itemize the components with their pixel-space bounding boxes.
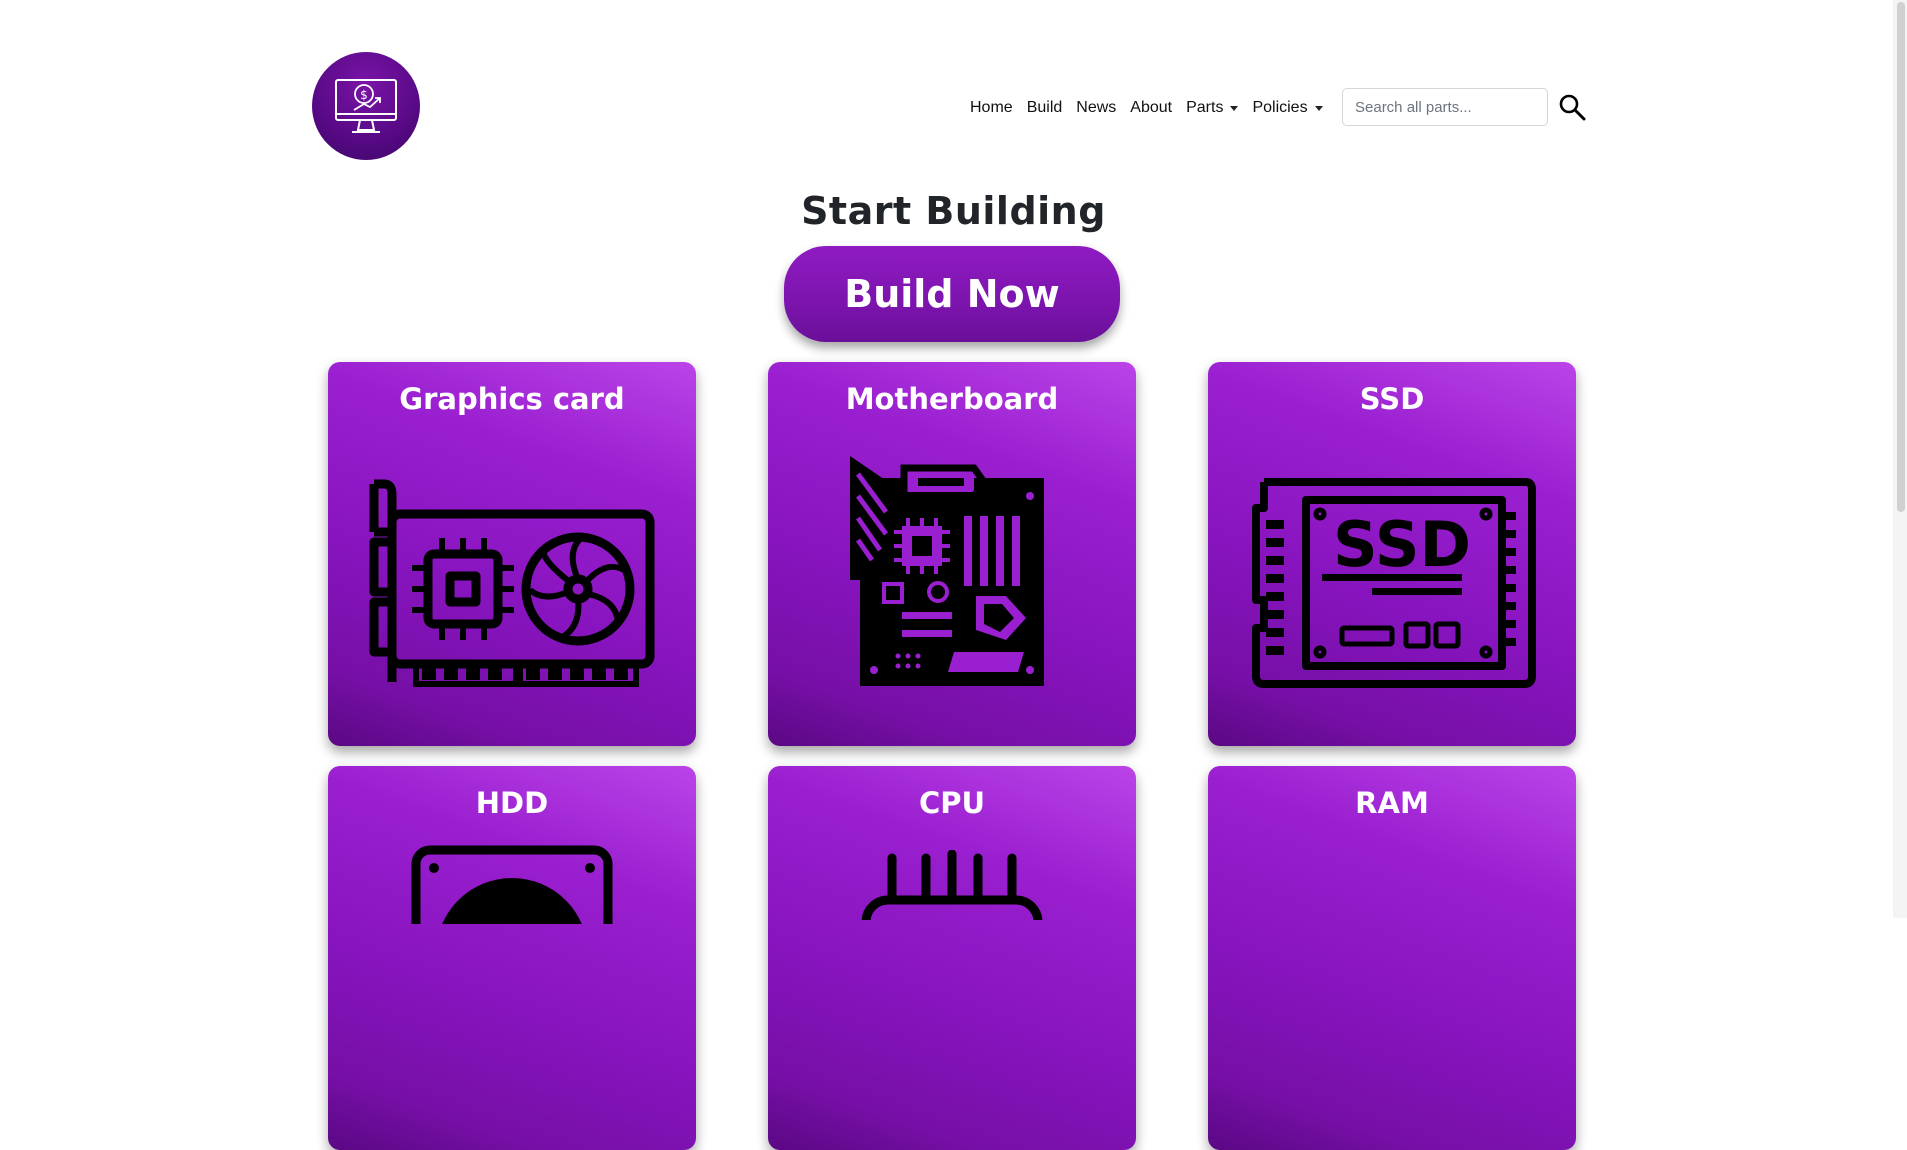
card-title: CPU	[918, 786, 986, 820]
nav-build[interactable]: Build	[1027, 99, 1063, 117]
nav-policies-label: Policies	[1252, 99, 1308, 116]
card-title: SSD	[1359, 382, 1425, 416]
nav-parts-label: Parts	[1186, 99, 1224, 116]
monitor-dollar-icon: $	[335, 79, 397, 133]
scrollbar-thumb[interactable]	[1897, 2, 1905, 512]
ssd-icon-text: SSD	[1333, 508, 1471, 581]
build-now-button[interactable]: Build Now	[784, 246, 1120, 342]
card-title: Motherboard	[845, 382, 1059, 416]
caret-down-icon	[1314, 105, 1323, 111]
card-graphics-card[interactable]: Graphics card	[328, 362, 696, 746]
page-scrollbar[interactable]	[1893, 0, 1907, 918]
card-cpu[interactable]: CPU	[768, 766, 1136, 1150]
cpu-icon	[861, 850, 1043, 920]
page-title: Start Building	[801, 189, 1106, 233]
hdd-icon	[411, 845, 613, 924]
nav-parts-dropdown[interactable]: Parts	[1186, 99, 1239, 117]
card-title: Graphics card	[399, 382, 625, 416]
card-ssd[interactable]: SSD SSD	[1208, 362, 1576, 746]
nav-news[interactable]: News	[1076, 99, 1116, 117]
search-icon	[1559, 94, 1586, 121]
nav-about[interactable]: About	[1130, 99, 1172, 117]
card-title: RAM	[1355, 786, 1429, 820]
graphics-card-icon	[369, 479, 655, 687]
card-title: HDD	[475, 786, 549, 820]
card-ram[interactable]: RAM	[1208, 766, 1576, 1150]
card-motherboard[interactable]: Motherboard	[768, 362, 1136, 746]
caret-down-icon	[1230, 105, 1239, 111]
main-nav: Home Build News About Parts Policies	[970, 88, 1337, 128]
motherboard-icon	[850, 456, 1044, 686]
card-hdd[interactable]: HDD	[328, 766, 696, 1150]
nav-policies-dropdown[interactable]: Policies	[1252, 99, 1323, 117]
site-logo[interactable]: $	[312, 52, 420, 160]
ssd-icon: SSD	[1252, 478, 1536, 688]
nav-home[interactable]: Home	[970, 99, 1013, 117]
search-input[interactable]	[1342, 88, 1548, 126]
svg-text:$: $	[360, 88, 368, 102]
search-button[interactable]	[1550, 88, 1594, 126]
